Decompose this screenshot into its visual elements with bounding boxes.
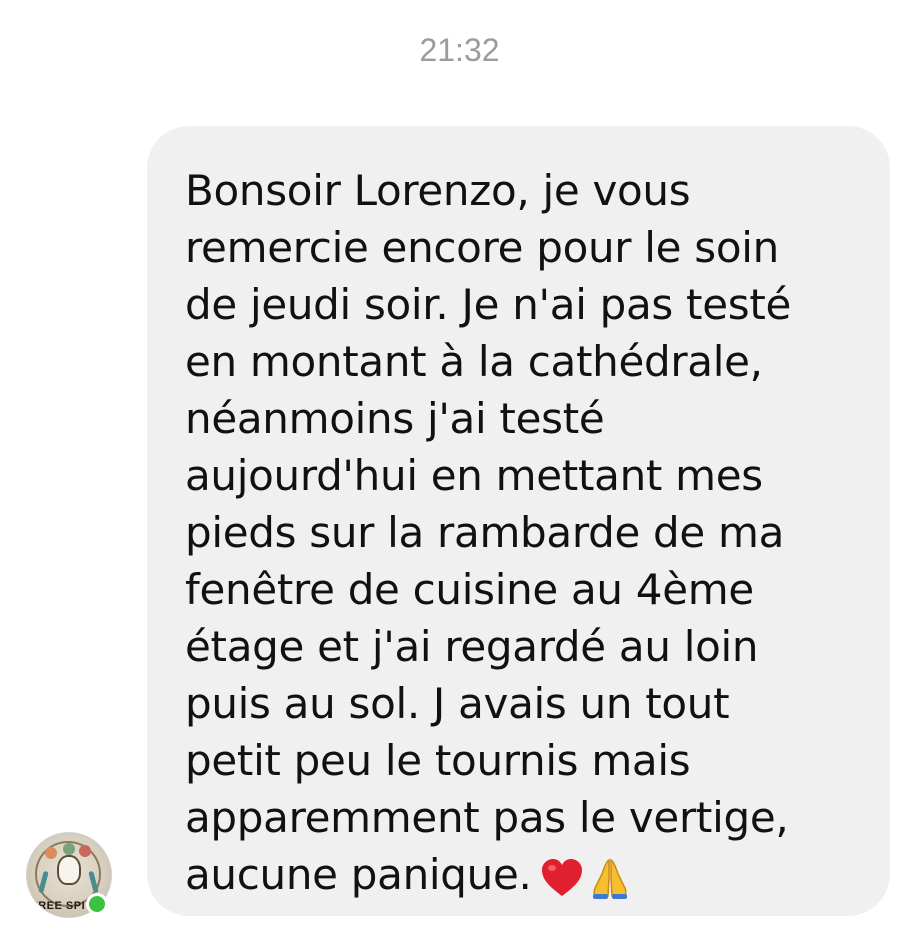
message-line: de jeudi soir. Je n'ai pas testé	[185, 280, 792, 329]
flower-icon	[79, 845, 91, 857]
message-line: remercie encore pour le soin	[185, 223, 779, 272]
incoming-message-bubble[interactable]: Bonsoir Lorenzo, je vous remercie encore…	[147, 126, 890, 916]
online-status-indicator	[86, 893, 108, 915]
message-timestamp: 21:32	[419, 32, 500, 68]
message-line: petit peu le tournis mais	[185, 736, 691, 785]
skull-icon	[57, 855, 81, 885]
praying-hands-emoji-icon	[592, 858, 627, 899]
flower-icon	[45, 847, 57, 859]
message-line: étage et j'ai regardé au loin	[185, 622, 759, 671]
heart-emoji-icon	[541, 858, 582, 896]
message-line: Bonsoir Lorenzo, je vous	[185, 166, 691, 215]
message-line: néanmoins j'ai testé	[185, 394, 605, 443]
message-line: aucune panique.	[185, 850, 532, 899]
message-line: apparemment pas le vertige,	[185, 793, 789, 842]
message-text: Bonsoir Lorenzo, je vous remercie encore…	[185, 162, 856, 903]
emoji-group	[540, 856, 632, 900]
message-line: fenêtre de cuisine au 4ème	[185, 565, 754, 614]
message-line: aujourd'hui en mettant mes	[185, 451, 763, 500]
message-line: puis au sol. J avais un tout	[185, 679, 730, 728]
message-line: en montant à la cathédrale,	[185, 337, 763, 386]
message-line: pieds sur la rambarde de ma	[185, 508, 785, 557]
message-last-line: aucune panique.	[185, 846, 856, 903]
flower-icon	[63, 843, 75, 855]
